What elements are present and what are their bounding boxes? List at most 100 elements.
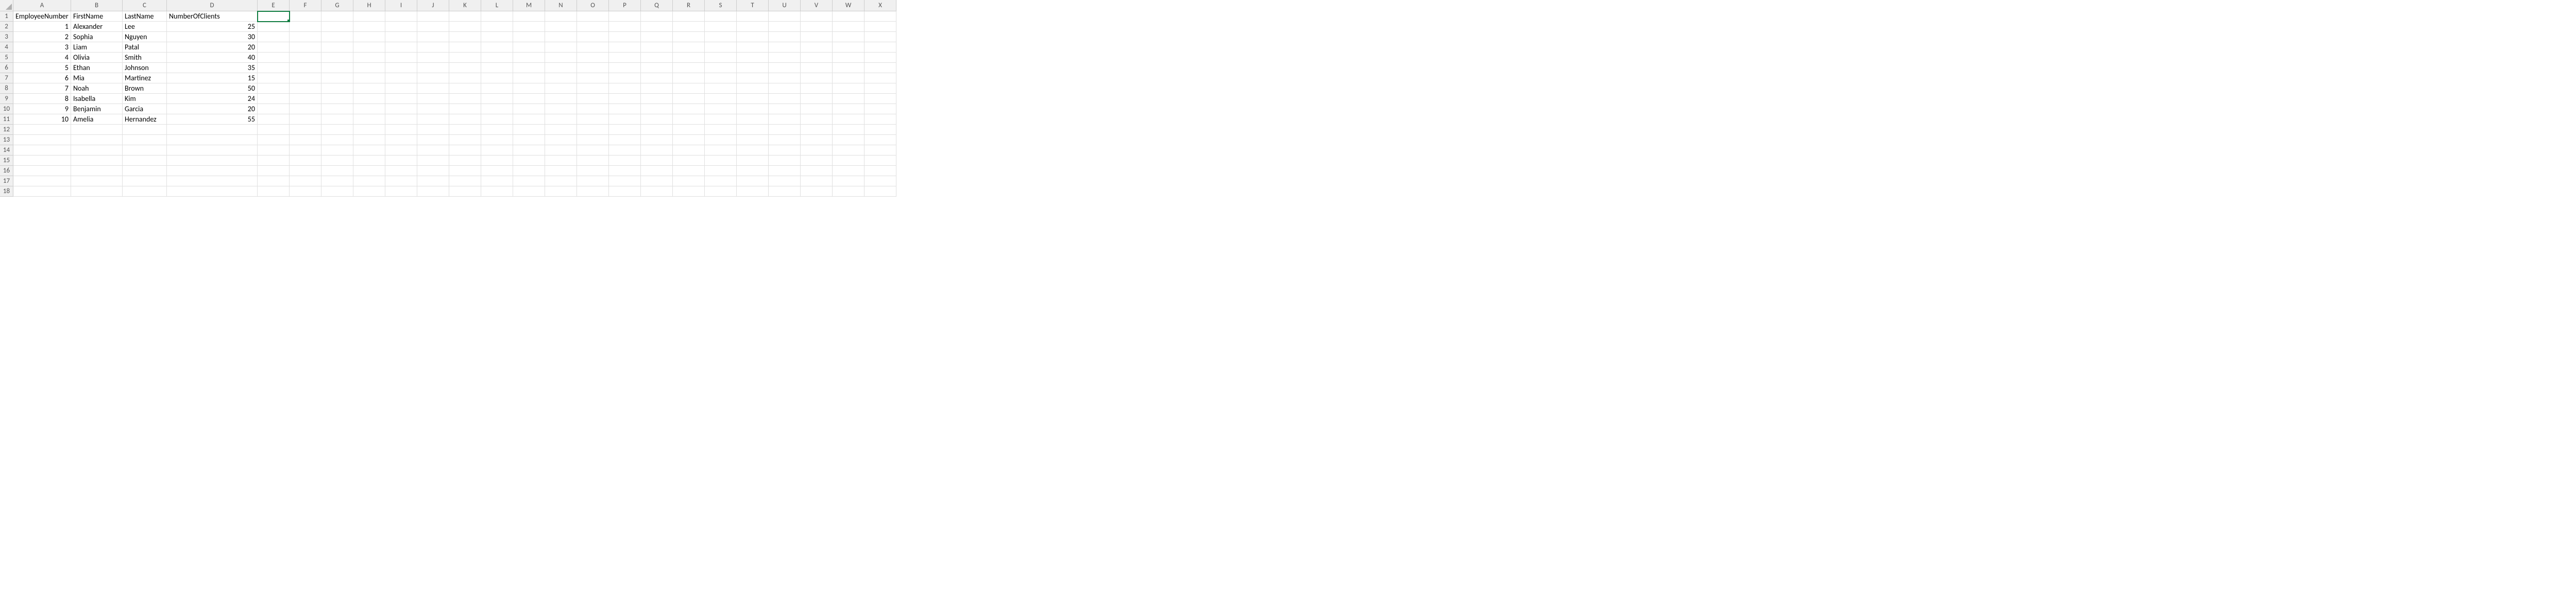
cell[interactable] [833,156,865,166]
cell[interactable] [258,42,290,53]
cell[interactable]: Patal [123,42,167,53]
cell[interactable] [545,63,577,73]
cell[interactable] [673,166,705,176]
cell[interactable] [123,125,167,135]
cell[interactable] [673,32,705,42]
cell[interactable] [258,176,290,186]
cell[interactable] [417,11,449,22]
cell[interactable] [577,53,609,63]
cell[interactable] [321,63,353,73]
cell[interactable] [385,11,417,22]
cell[interactable] [449,73,481,83]
cell[interactable] [123,145,167,156]
cell[interactable] [545,22,577,32]
cell[interactable] [865,135,896,145]
cell[interactable]: 5 [13,63,71,73]
cell[interactable] [641,125,673,135]
row-header[interactable]: 14 [0,145,13,156]
cell[interactable] [705,104,737,114]
cell[interactable]: Hernandez [123,114,167,125]
cell[interactable] [737,186,769,197]
cell[interactable] [769,73,801,83]
cell[interactable] [321,42,353,53]
cell[interactable] [481,166,513,176]
cell[interactable] [833,145,865,156]
row-header[interactable]: 13 [0,135,13,145]
cell[interactable] [609,125,641,135]
cell[interactable] [353,32,385,42]
cell[interactable] [609,73,641,83]
cell[interactable] [801,42,833,53]
cell[interactable] [673,42,705,53]
cell[interactable] [321,83,353,94]
cell[interactable] [13,186,71,197]
cell[interactable] [417,166,449,176]
cell[interactable] [385,114,417,125]
cell[interactable] [353,63,385,73]
cell[interactable] [769,156,801,166]
row-header[interactable]: 16 [0,166,13,176]
cell[interactable]: 10 [13,114,71,125]
cell[interactable] [385,42,417,53]
cell[interactable] [705,22,737,32]
cell[interactable] [258,156,290,166]
cell[interactable] [481,83,513,94]
cell[interactable]: 50 [167,83,258,94]
cell[interactable] [545,156,577,166]
cell[interactable] [481,104,513,114]
cell[interactable] [321,156,353,166]
cell[interactable] [577,63,609,73]
cell[interactable] [449,104,481,114]
row-header[interactable]: 15 [0,156,13,166]
column-header[interactable]: L [481,0,513,11]
cell[interactable] [577,32,609,42]
cell[interactable] [417,156,449,166]
cell[interactable]: EmployeeNumber [13,11,71,22]
cell[interactable]: 30 [167,32,258,42]
cell[interactable] [833,32,865,42]
cell[interactable] [321,176,353,186]
cell[interactable] [609,83,641,94]
cell[interactable] [673,186,705,197]
cell[interactable] [449,63,481,73]
cell[interactable] [833,135,865,145]
cell[interactable] [449,125,481,135]
cell[interactable] [673,22,705,32]
cell[interactable] [385,166,417,176]
cell[interactable] [833,186,865,197]
cell[interactable] [417,83,449,94]
cell[interactable] [353,125,385,135]
cell[interactable] [865,53,896,63]
cell[interactable] [577,94,609,104]
row-header[interactable]: 6 [0,63,13,73]
cell[interactable] [737,104,769,114]
cell[interactable] [641,73,673,83]
cell[interactable] [385,73,417,83]
cell[interactable] [321,166,353,176]
column-header[interactable]: P [609,0,641,11]
cell[interactable] [290,53,321,63]
cell[interactable] [833,73,865,83]
cell[interactable] [513,63,545,73]
cell[interactable] [641,42,673,53]
cell[interactable] [353,145,385,156]
cell[interactable] [513,114,545,125]
cell[interactable] [513,176,545,186]
cell[interactable] [769,125,801,135]
cell[interactable] [290,63,321,73]
cell[interactable] [833,104,865,114]
cell[interactable] [449,186,481,197]
cell[interactable] [258,125,290,135]
cell[interactable] [353,135,385,145]
cell[interactable] [609,42,641,53]
cell[interactable] [353,104,385,114]
cell[interactable] [769,83,801,94]
cell[interactable] [449,135,481,145]
cell[interactable] [417,94,449,104]
cell[interactable] [609,22,641,32]
cell[interactable] [258,114,290,125]
cell[interactable] [353,94,385,104]
cell[interactable] [545,186,577,197]
column-header[interactable]: D [167,0,258,11]
cell[interactable] [321,94,353,104]
